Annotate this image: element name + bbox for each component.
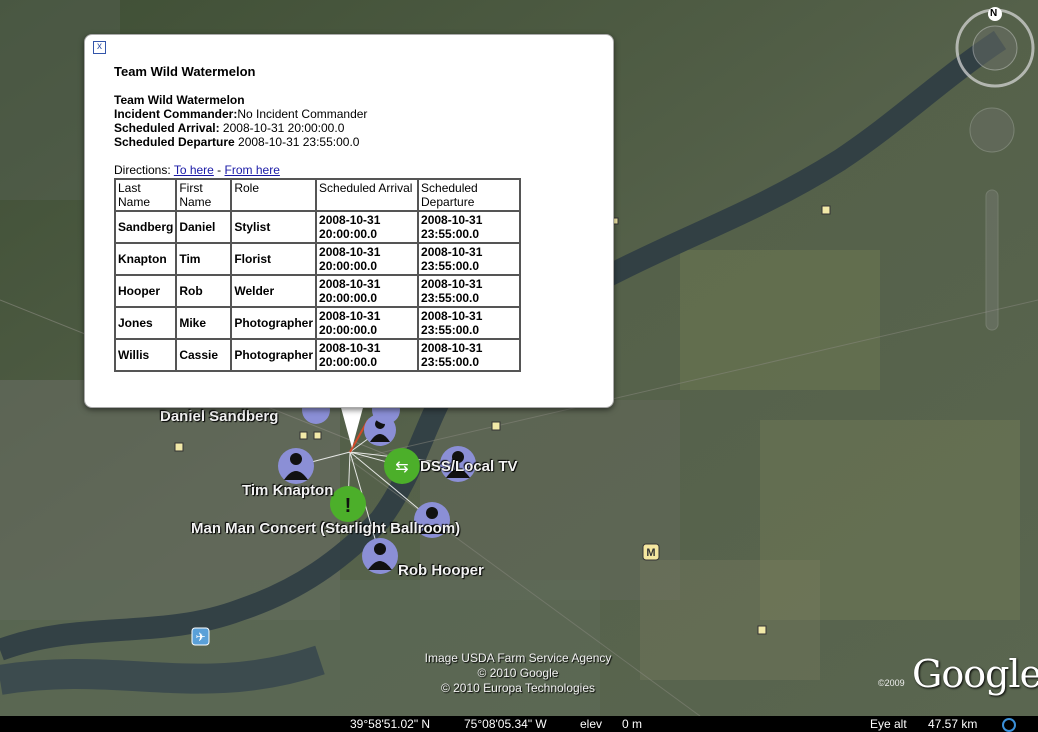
elevation-value: 0 m [622, 717, 643, 731]
directions-label: Directions: [114, 163, 174, 177]
header-first-name: First Name [175, 178, 233, 212]
svg-text:M: M [646, 547, 655, 559]
cell-last-name: Knapton [113, 242, 178, 276]
svg-text:✈: ✈ [195, 630, 205, 644]
longitude-readout: 75°08'05.34" W [464, 717, 547, 731]
table-header-row: Last Name First Name Role Scheduled Arri… [113, 178, 522, 212]
header-arrival: Scheduled Arrival [315, 178, 420, 212]
departure-label: Scheduled Departure [114, 135, 235, 149]
cell-departure: 2008-10-31 23:55:00.0 [417, 306, 522, 340]
elevation-label: elev [580, 717, 603, 731]
cell-role: Stylist [230, 210, 318, 244]
cell-departure: 2008-10-31 23:55:00.0 [417, 210, 522, 244]
header-role: Role [230, 178, 318, 212]
label-rob-hooper[interactable]: Rob Hooper [398, 562, 484, 579]
attribution-line2: © 2010 Google [477, 666, 559, 680]
latitude-readout: 39°58'51.02" N [350, 717, 431, 731]
cell-last-name: Jones [113, 306, 178, 340]
team-name: Team Wild Watermelon [114, 93, 245, 107]
svg-text:⇆: ⇆ [395, 457, 408, 476]
header-departure: Scheduled Departure [417, 178, 522, 212]
label-concert[interactable]: Man Man Concert (Starlight Ballroom) [191, 520, 460, 537]
close-icon[interactable]: x [93, 41, 106, 54]
popup-title: Team Wild Watermelon [114, 64, 256, 79]
table-row: Sandberg Daniel Stylist 2008-10-31 20:00… [113, 210, 522, 244]
table-row: Willis Cassie Photographer 2008-10-31 20… [113, 338, 522, 372]
cell-departure: 2008-10-31 23:55:00.0 [417, 274, 522, 308]
departure-value: 2008-10-31 23:55:00.0 [234, 135, 360, 149]
table-row: Jones Mike Photographer 2008-10-31 20:00… [113, 306, 522, 340]
cell-first-name: Cassie [175, 338, 233, 372]
google-logo: Google [912, 652, 1038, 696]
label-daniel-sandberg[interactable]: Daniel Sandberg [160, 408, 278, 425]
team-info: Team Wild Watermelon Incident Commander:… [114, 93, 367, 149]
attribution-line3: © 2010 Europa Technologies [440, 681, 596, 695]
cell-last-name: Sandberg [113, 210, 178, 244]
svg-text:!: ! [345, 495, 352, 517]
cell-departure: 2008-10-31 23:55:00.0 [417, 242, 522, 276]
cell-last-name: Willis [113, 338, 178, 372]
info-balloon: x Team Wild Watermelon Team Wild Waterme… [84, 34, 614, 408]
cell-role: Photographer [230, 306, 318, 340]
streaming-indicator-icon [1002, 718, 1016, 732]
copyright-year: ©2009 [878, 678, 905, 688]
imagery-attribution: Image USDA Farm Service Agency © 2010 Go… [400, 651, 636, 696]
cell-arrival: 2008-10-31 20:00:00.0 [315, 242, 420, 276]
cell-arrival: 2008-10-31 20:00:00.0 [315, 338, 420, 372]
table-row: Knapton Tim Florist 2008-10-31 20:00:00.… [113, 242, 522, 276]
label-dss-local-tv[interactable]: DSS/Local TV [420, 458, 518, 475]
from-here-link[interactable]: From here [225, 163, 280, 177]
eye-altitude-value: 47.57 km [928, 717, 978, 731]
directions-separator: - [213, 163, 225, 177]
arrival-label: Scheduled Arrival: [114, 121, 220, 135]
cell-arrival: 2008-10-31 20:00:00.0 [315, 306, 420, 340]
cell-first-name: Daniel [175, 210, 233, 244]
cell-first-name: Mike [175, 306, 233, 340]
cell-role: Photographer [230, 338, 318, 372]
cell-first-name: Tim [175, 242, 233, 276]
status-bar: 39°58'51.02" N 75°08'05.34" W elev 0 m E… [0, 716, 1038, 732]
cell-role: Florist [230, 242, 318, 276]
cell-arrival: 2008-10-31 20:00:00.0 [315, 274, 420, 308]
cell-arrival: 2008-10-31 20:00:00.0 [315, 210, 420, 244]
attribution-line1: Image USDA Farm Service Agency [424, 651, 612, 665]
team-members-table: Last Name First Name Role Scheduled Arri… [113, 178, 522, 372]
incident-commander-value: No Incident Commander [237, 107, 368, 121]
compass-north-label[interactable]: N [990, 8, 997, 19]
cell-departure: 2008-10-31 23:55:00.0 [417, 338, 522, 372]
table-row: Hooper Rob Welder 2008-10-31 20:00:00.0 … [113, 274, 522, 308]
cell-last-name: Hooper [113, 274, 178, 308]
label-tim-knapton[interactable]: Tim Knapton [242, 482, 333, 499]
incident-commander-label: Incident Commander: [114, 107, 238, 121]
cell-role: Welder [230, 274, 318, 308]
header-last-name: Last Name [113, 178, 178, 212]
cell-first-name: Rob [175, 274, 233, 308]
to-here-link[interactable]: To here [174, 163, 214, 177]
directions: Directions: To here - From here [114, 163, 280, 177]
eye-altitude-label: Eye alt [870, 717, 907, 731]
arrival-value: 2008-10-31 20:00:00.0 [219, 121, 345, 135]
